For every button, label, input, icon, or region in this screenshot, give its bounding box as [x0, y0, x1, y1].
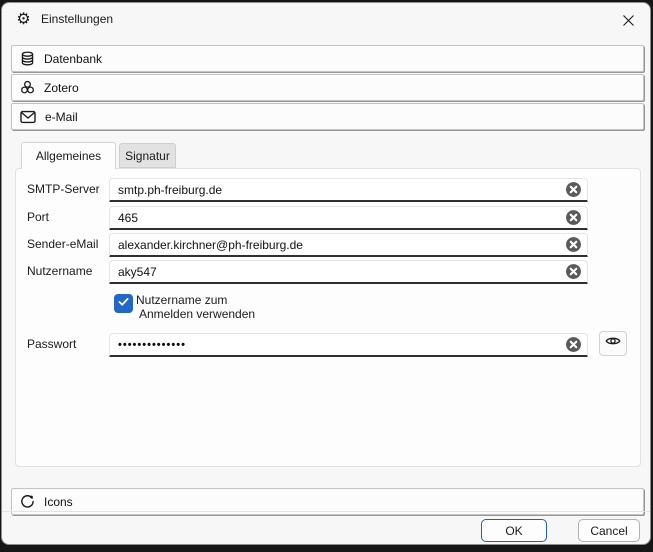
- nutzername-label: Nutzername: [27, 264, 92, 278]
- port-input[interactable]: [118, 211, 565, 225]
- show-password-button[interactable]: [599, 331, 627, 356]
- ok-button[interactable]: OK: [481, 519, 547, 542]
- sender-email-field-wrap: [109, 233, 588, 257]
- section-email[interactable]: e-Mail: [11, 103, 644, 130]
- tab-label: Signatur: [125, 149, 170, 163]
- settings-dialog: ⚙ Einstellungen Datenbank: [1, 2, 651, 545]
- nutzername-field-wrap: [109, 260, 588, 284]
- zotero-knot-icon: [20, 80, 35, 95]
- tab-signatur[interactable]: Signatur: [119, 143, 176, 168]
- tab-allgemeines[interactable]: Allgemeines: [21, 142, 116, 169]
- port-label: Port: [27, 210, 49, 224]
- nutzername-input[interactable]: [118, 265, 565, 279]
- clear-icon[interactable]: [565, 336, 582, 353]
- clear-icon[interactable]: [565, 181, 582, 198]
- use-username-checkbox[interactable]: [114, 294, 133, 313]
- cancel-button[interactable]: Cancel: [578, 519, 640, 542]
- clear-icon[interactable]: [565, 236, 582, 253]
- port-field-wrap: [109, 206, 588, 230]
- sender-email-input[interactable]: [118, 238, 565, 252]
- eye-icon: [605, 334, 621, 353]
- section-label: e-Mail: [45, 110, 78, 124]
- gear-icon: ⚙: [15, 11, 32, 28]
- passwort-label: Passwort: [27, 337, 76, 351]
- clear-icon[interactable]: [565, 209, 582, 226]
- tab-label: Allgemeines: [36, 149, 101, 163]
- smtp-server-input[interactable]: [118, 183, 565, 197]
- checkbox-label-line1: Nutzername zum: [136, 293, 255, 307]
- ok-button-label: OK: [505, 524, 522, 538]
- section-label: Datenbank: [44, 52, 102, 66]
- clear-icon[interactable]: [565, 263, 582, 280]
- smtp-server-field-wrap: [109, 178, 588, 202]
- passwort-field-wrap: [109, 333, 588, 357]
- section-zotero[interactable]: Zotero: [11, 74, 644, 101]
- close-icon[interactable]: [616, 8, 640, 32]
- window-title: Einstellungen: [41, 12, 113, 26]
- email-settings-panel: SMTP-Server Port Sender-eMail: [15, 168, 641, 467]
- database-icon: [20, 51, 35, 66]
- footer-separator: [2, 511, 650, 512]
- section-label: Icons: [44, 495, 73, 509]
- smtp-server-label: SMTP-Server: [27, 182, 100, 196]
- backdrop: ⚙ Einstellungen Datenbank: [0, 0, 653, 552]
- checkmark-icon: [117, 295, 130, 313]
- use-username-checkbox-label[interactable]: Nutzername zum Anmelden verwenden: [136, 293, 255, 321]
- checkbox-label-line2: Anmelden verwenden: [136, 307, 255, 321]
- section-datenbank[interactable]: Datenbank: [11, 45, 644, 72]
- passwort-input[interactable]: [118, 339, 565, 351]
- refresh-icon: [20, 494, 35, 509]
- cancel-button-label: Cancel: [590, 524, 627, 538]
- section-label: Zotero: [44, 81, 79, 95]
- sender-email-label: Sender-eMail: [27, 237, 98, 251]
- envelope-icon: [20, 110, 36, 124]
- title-bar[interactable]: ⚙ Einstellungen: [2, 3, 650, 37]
